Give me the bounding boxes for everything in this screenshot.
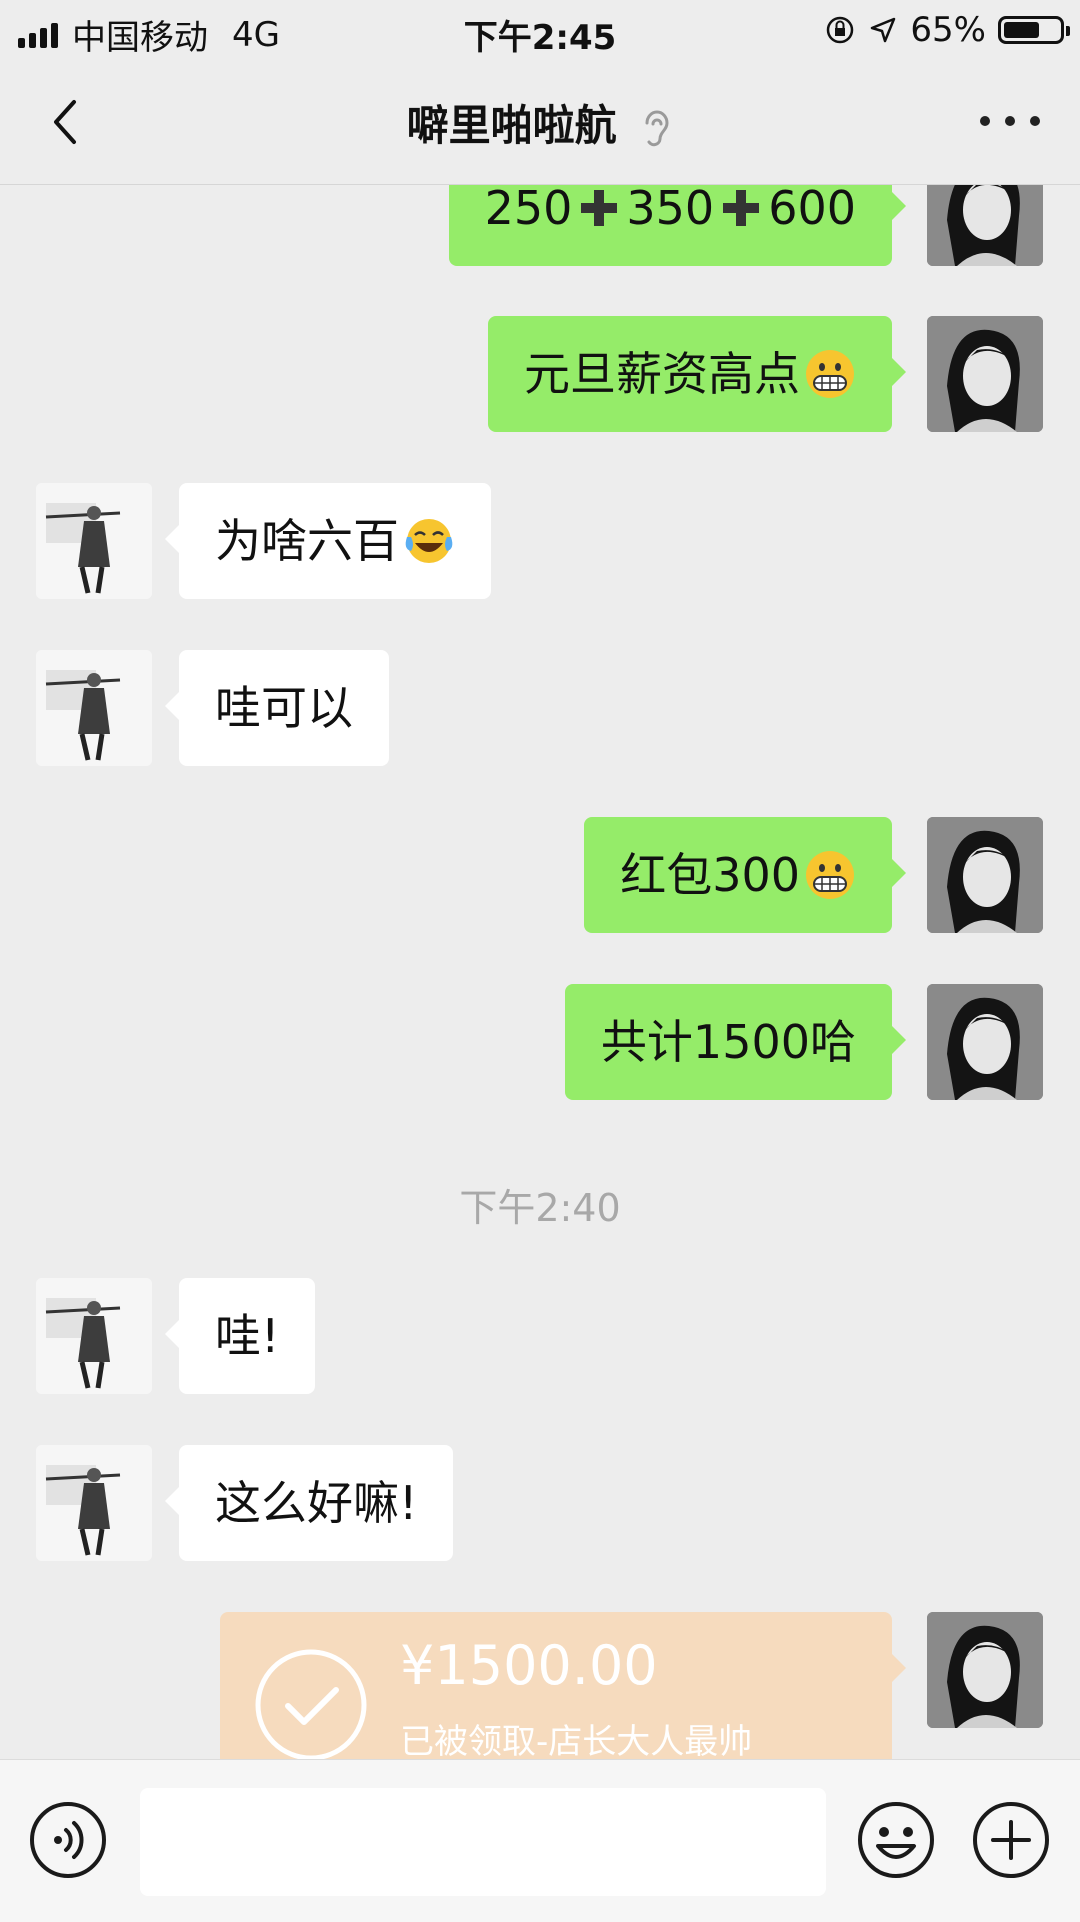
message-bubble-mine[interactable]: 元旦薪资高点 bbox=[488, 316, 906, 432]
grimacing-face-emoji bbox=[806, 349, 854, 398]
contact-avatar[interactable] bbox=[36, 483, 152, 599]
message-text: 哇可以 bbox=[215, 681, 353, 735]
my-avatar[interactable] bbox=[927, 817, 1043, 933]
message-text: 哇! bbox=[215, 1309, 280, 1363]
battery-icon bbox=[998, 16, 1070, 44]
chat-input-bar bbox=[0, 1759, 1080, 1922]
voice-icon[interactable] bbox=[28, 1800, 108, 1880]
message-bubble-theirs[interactable]: 这么好嘛! bbox=[164, 1445, 454, 1561]
heavy-plus-emoji bbox=[581, 189, 618, 226]
add-icon[interactable] bbox=[971, 1800, 1051, 1880]
my-avatar[interactable] bbox=[927, 1612, 1043, 1728]
battery-level bbox=[1004, 22, 1039, 38]
message-bubble-theirs[interactable]: 哇可以 bbox=[165, 650, 389, 766]
orientation-lock-icon bbox=[827, 16, 854, 44]
emoji-icon[interactable] bbox=[856, 1800, 936, 1880]
contact-avatar[interactable] bbox=[36, 1445, 152, 1561]
contact-avatar[interactable] bbox=[36, 650, 152, 766]
message-bubble-theirs[interactable]: 为啥六百 bbox=[165, 483, 491, 599]
message-text: 这么好嘛! bbox=[215, 1476, 418, 1530]
heavy-plus-emoji bbox=[723, 189, 760, 226]
contact-avatar[interactable] bbox=[36, 1278, 152, 1394]
message-text: 共计1500哈 bbox=[600, 1015, 856, 1069]
chat-timestamp: 下午2:40 bbox=[459, 1186, 621, 1230]
chat-title: 噼里啪啦航 bbox=[0, 92, 1080, 153]
my-avatar[interactable] bbox=[927, 984, 1043, 1100]
message-input[interactable] bbox=[140, 1788, 826, 1896]
message-list[interactable]: 250 350 600 元旦薪资高点 为啥六百 哇可以 红包300 共计1500… bbox=[0, 185, 1080, 1759]
message-text: 350 bbox=[626, 185, 715, 235]
message-text: 红包300 bbox=[620, 848, 800, 902]
tears-of-joy-emoji bbox=[405, 518, 453, 563]
my-avatar[interactable] bbox=[927, 316, 1043, 432]
battery-percent: 65% bbox=[910, 10, 986, 50]
message-text: 250 bbox=[484, 185, 573, 235]
message-bubble-mine[interactable]: 共计1500哈 bbox=[564, 984, 907, 1100]
ear-icon bbox=[645, 110, 669, 146]
chat-title-text: 噼里啪啦航 bbox=[406, 101, 617, 150]
location-arrow-icon bbox=[871, 17, 896, 43]
message-bubble-theirs[interactable]: 哇! bbox=[164, 1278, 316, 1394]
grimacing-face-emoji bbox=[806, 850, 854, 899]
chat-header: 噼里啪啦航 bbox=[0, 60, 1080, 185]
message-text: 元旦薪资高点 bbox=[524, 347, 800, 401]
status-bar: 中国移动 4G 下午2:45 65% bbox=[0, 0, 1080, 60]
my-avatar[interactable] bbox=[927, 185, 1043, 266]
check-circle-icon bbox=[255, 1649, 367, 1759]
message-bubble-mine[interactable]: 红包300 bbox=[584, 817, 906, 933]
transfer-amount: ¥1500.00 bbox=[400, 1634, 658, 1697]
transfer-status: 已被领取-店长大人最帅 bbox=[400, 1722, 753, 1759]
money-transfer-card[interactable]: ¥1500.00 已被领取-店长大人最帅 bbox=[220, 1612, 906, 1759]
message-bubble-mine[interactable]: 250 350 600 bbox=[448, 185, 907, 266]
message-text: 600 bbox=[768, 185, 856, 235]
message-text: 为啥六百 bbox=[215, 514, 399, 568]
more-dots-icon[interactable] bbox=[980, 106, 1040, 136]
